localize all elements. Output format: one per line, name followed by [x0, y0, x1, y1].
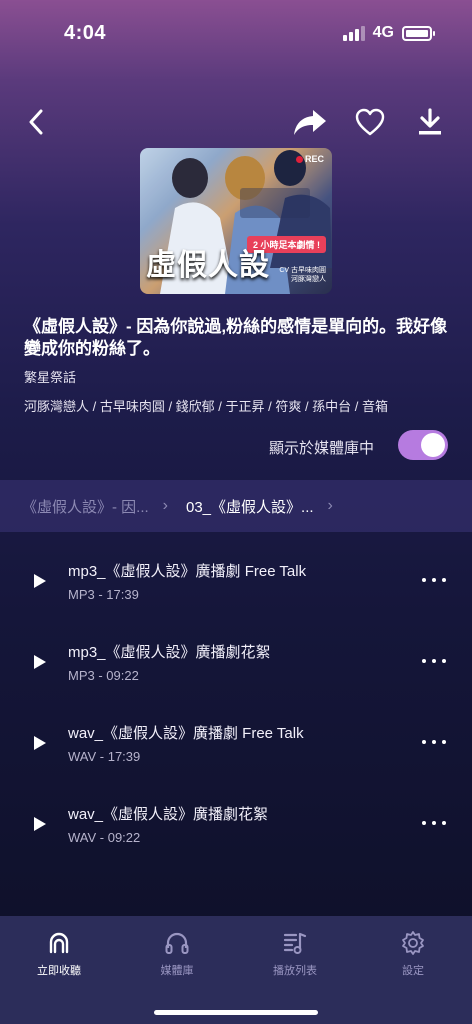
- breadcrumb-current[interactable]: 03_《虛假人設》...: [186, 496, 314, 517]
- tab-label: 播放列表: [273, 965, 317, 977]
- home-indicator: [154, 1010, 318, 1015]
- share-button[interactable]: [292, 106, 328, 138]
- track-name: wav_《虛假人設》廣播劇花絮: [68, 806, 269, 823]
- listen-now-icon: [49, 932, 69, 954]
- track-meta: WAV - 17:39: [68, 749, 141, 764]
- headphones-icon: [165, 932, 189, 954]
- track-meta: WAV - 09:22: [68, 830, 141, 845]
- more-icon[interactable]: [422, 732, 446, 752]
- track-list: mp3_《虛假人設》廣播劇 Free Talk MP3 - 17:39 mp3_…: [0, 550, 472, 874]
- album-cast: 河豚灣戀人 / 古早味肉圓 / 錢欣郁 / 于正昇 / 符爽 / 孫中台 / 音…: [24, 399, 389, 414]
- chevron-right-icon: ›: [162, 497, 168, 514]
- track-row[interactable]: wav_《虛假人設》廣播劇花絮 WAV - 09:22: [0, 793, 472, 874]
- album-title: 《虛假人設》- 因為你說過,粉絲的感情是單向的。我好像變成你的粉絲了。: [24, 317, 448, 358]
- toggle-label: 顯示於媒體庫中: [268, 440, 374, 457]
- status-bar: 4:04 4G: [0, 0, 472, 60]
- back-button[interactable]: [22, 108, 50, 136]
- heart-icon: [355, 108, 385, 136]
- share-icon: [294, 110, 326, 135]
- show-in-library-row: 顯示於媒體庫中: [0, 426, 472, 466]
- status-icons: 4G: [342, 24, 435, 42]
- status-time: 4:04: [64, 22, 107, 44]
- tab-playlist[interactable]: 播放列表: [236, 916, 354, 986]
- chevron-left-icon: [29, 109, 43, 135]
- gear-icon: [402, 931, 424, 955]
- tab-label: 立即收聽: [37, 965, 81, 977]
- tab-library[interactable]: 媒體庫: [118, 916, 236, 986]
- play-icon[interactable]: [30, 653, 48, 671]
- show-in-library-toggle[interactable]: [398, 430, 448, 460]
- play-icon[interactable]: [30, 734, 48, 752]
- signal-icon: [342, 25, 365, 41]
- breadcrumb: 《虛假人設》- 因... › 03_《虛假人設》... ›: [0, 480, 472, 532]
- tab-settings[interactable]: 設定: [354, 916, 472, 986]
- track-name: mp3_《虛假人設》廣播劇花絮: [68, 644, 271, 661]
- tab-label: 媒體庫: [160, 965, 194, 977]
- track-name: wav_《虛假人設》廣播劇 Free Talk: [68, 725, 304, 742]
- more-icon[interactable]: [422, 651, 446, 671]
- chevron-right-icon: ›: [327, 497, 333, 514]
- cover-rec-label: REC: [295, 154, 324, 164]
- track-row[interactable]: mp3_《虛假人設》廣播劇花絮 MP3 - 09:22: [0, 631, 472, 712]
- cover-title: 虛假人設: [146, 248, 270, 283]
- track-meta: MP3 - 17:39: [68, 587, 139, 602]
- network-type: 4G: [372, 24, 394, 41]
- track-meta: MP3 - 09:22: [68, 668, 139, 683]
- favorite-button[interactable]: [354, 106, 386, 138]
- album-circle[interactable]: 繁星祭話: [24, 367, 76, 386]
- track-name: mp3_《虛假人設》廣播劇 Free Talk: [68, 563, 307, 580]
- download-icon: [419, 108, 441, 135]
- download-button[interactable]: [414, 106, 446, 138]
- track-row[interactable]: wav_《虛假人設》廣播劇 Free Talk WAV - 17:39: [0, 712, 472, 793]
- breadcrumb-parent[interactable]: 《虛假人設》- 因...: [22, 496, 149, 517]
- track-row[interactable]: mp3_《虛假人設》廣播劇 Free Talk MP3 - 17:39: [0, 550, 472, 631]
- cover-cv: CV 古早味肉圓 河豚灣戀人: [279, 267, 326, 283]
- tab-bar: 立即收聽 媒體庫 播放列表 設定: [0, 916, 472, 1024]
- play-icon[interactable]: [30, 572, 48, 590]
- playlist-icon: [283, 932, 307, 954]
- play-icon[interactable]: [30, 815, 48, 833]
- tab-label: 設定: [402, 965, 424, 977]
- top-actions: [0, 100, 472, 144]
- album-cover: REC 2 小時足本劇情 ! 虛假人設 CV 古早味肉圓 河豚灣戀人: [140, 148, 332, 294]
- more-icon[interactable]: [422, 813, 446, 833]
- tab-listen-now[interactable]: 立即收聽: [0, 916, 118, 986]
- more-icon[interactable]: [422, 570, 446, 590]
- battery-icon: [402, 25, 435, 41]
- toggle-knob: [421, 433, 445, 457]
